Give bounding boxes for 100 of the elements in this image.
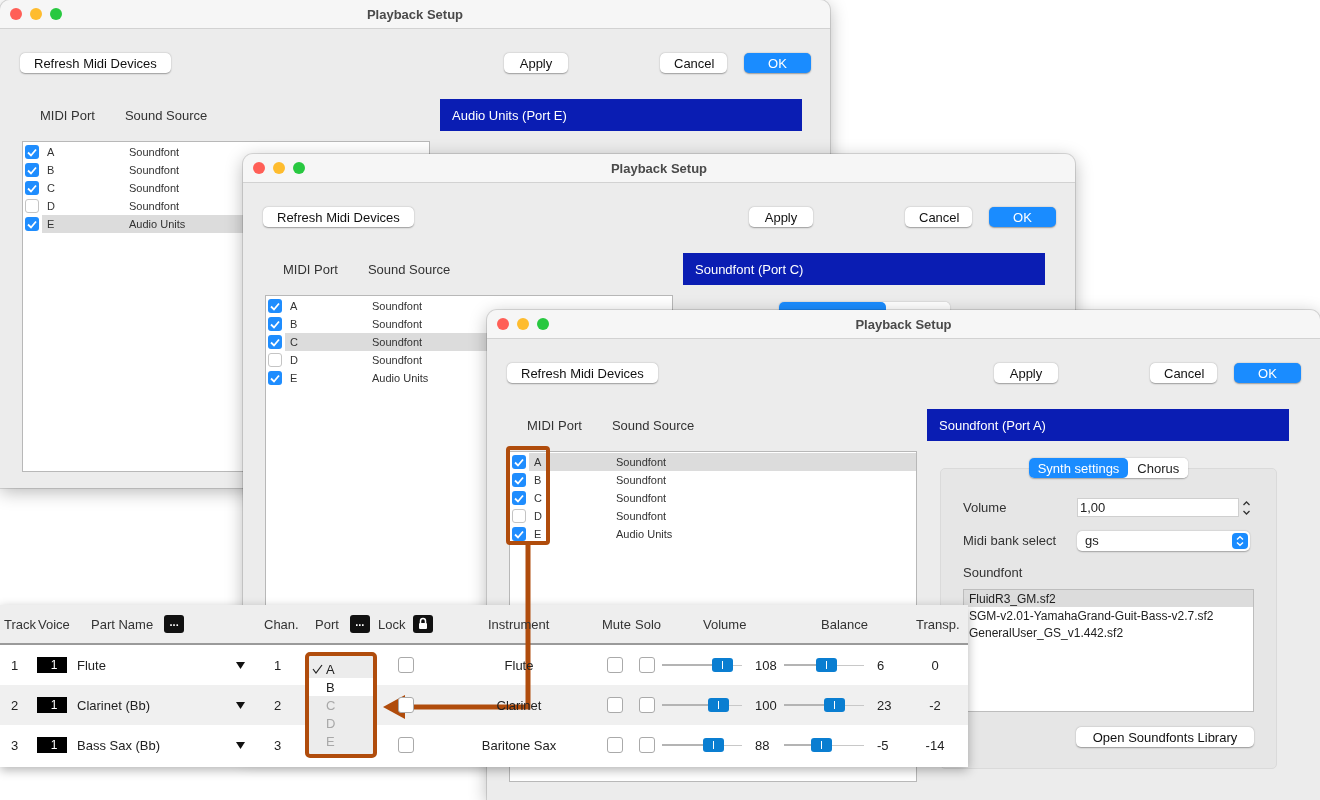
zoom-button[interactable] [537,318,549,330]
field-label: Midi bank select [963,533,1058,548]
checkbox[interactable] [268,371,282,385]
lock-checkbox[interactable] [398,657,414,673]
refresh-button[interactable]: Refresh Midi Devices [20,53,171,73]
sound-source: Soundfont [616,456,667,468]
sound-source: Soundfont [129,164,180,176]
slider-thumb[interactable] [702,738,724,752]
checkbox[interactable] [512,473,526,487]
refresh-button[interactable]: Refresh Midi Devices [507,363,658,383]
track-number: 1 [10,657,19,673]
slider-thumb[interactable] [707,698,729,712]
mute-checkbox[interactable] [607,697,623,713]
voice-number: 1 [37,697,67,713]
checkbox[interactable] [25,181,39,195]
port-row[interactable]: D Soundfont [529,507,916,525]
dropdown-caret-icon[interactable] [235,741,245,749]
menu-button[interactable]: ... [164,615,185,633]
input-field[interactable]: 1,00 [1077,498,1239,517]
lock-checkbox[interactable] [398,697,414,713]
column-header: Voice [38,616,70,632]
select-field[interactable]: gs [1077,530,1250,551]
apply-button[interactable]: Apply [994,363,1058,383]
column-header: MIDI Port [40,107,95,123]
lock-icon[interactable] [413,615,434,633]
solo-checkbox[interactable] [639,697,655,713]
checkbox[interactable] [25,199,39,213]
port-letter: B [533,474,543,486]
port-letter: E [289,372,299,384]
port-letter: A [289,300,299,312]
port-letter: A [46,146,56,158]
mute-checkbox[interactable] [607,657,623,673]
apply-button[interactable]: Apply [749,207,813,227]
cancel-button[interactable]: Cancel [905,207,972,227]
checkbox[interactable] [268,317,282,331]
soundfont-item[interactable]: FluidR3_GM.sf2 [964,590,1253,607]
lock-checkbox[interactable] [398,737,414,753]
slider-thumb[interactable] [823,698,845,712]
checkbox[interactable] [512,491,526,505]
checkbox[interactable] [512,527,526,541]
column-header: Port [315,616,339,632]
balance-reading: -5 [876,737,889,753]
solo-checkbox[interactable] [639,657,655,673]
port-letter: B [289,318,299,330]
sound-source: Soundfont [372,354,423,366]
port-letter: C [289,336,299,348]
voice-number: 1 [37,657,67,673]
zoom-button[interactable] [293,162,305,174]
checkbox[interactable] [512,455,526,469]
port-row[interactable]: A Soundfont [529,453,916,471]
instrument-name: Clarinet [496,697,542,713]
close-button[interactable] [10,8,22,20]
port-row[interactable]: E Audio Units [529,525,916,543]
column-header: Track [4,616,37,632]
sound-source: Audio Units [129,218,186,230]
cancel-button[interactable]: Cancel [1150,363,1217,383]
close-button[interactable] [497,318,509,330]
checkbox[interactable] [25,163,39,177]
mute-checkbox[interactable] [607,737,623,753]
port-letter: E [533,528,543,540]
column-header: Sound Source [611,417,695,433]
balance-reading: 23 [876,697,892,713]
checkbox[interactable] [268,353,282,367]
soundfont-item[interactable]: SGM-v2.01-YamahaGrand-Guit-Bass-v2.7.sf2 [964,607,1253,624]
open-library-button[interactable]: Open Soundfonts Library [1076,727,1254,747]
checkbox[interactable] [512,509,526,523]
port-row[interactable]: C Soundfont [529,489,916,507]
checkbox[interactable] [25,217,39,231]
channel-number: 3 [273,737,282,753]
soundfont-item[interactable]: GeneralUser_GS_v1.442.sf2 [964,624,1253,641]
apply-button[interactable]: Apply [504,53,568,73]
sound-source: Soundfont [372,300,423,312]
volume-reading: 100 [754,697,777,713]
slider-thumb[interactable] [815,658,837,672]
close-button[interactable] [253,162,265,174]
column-header: Part Name [91,616,154,632]
dropdown-caret-icon[interactable] [235,701,245,709]
part-name: Flute [76,657,106,673]
tab[interactable]: Chorus [1128,458,1189,478]
cancel-button[interactable]: Cancel [660,53,727,73]
checkbox[interactable] [268,299,282,313]
refresh-button[interactable]: Refresh Midi Devices [263,207,414,227]
zoom-button[interactable] [50,8,62,20]
solo-checkbox[interactable] [639,737,655,753]
slider-thumb[interactable] [711,658,733,672]
sound-source: Soundfont [129,200,180,212]
slider-thumb[interactable] [811,738,833,752]
port-row[interactable]: B Soundfont [529,471,916,489]
column-header: Volume [703,616,747,632]
menu-item[interactable]: B [309,678,373,696]
checkbox[interactable] [25,145,39,159]
menu-item[interactable]: A [309,660,373,678]
checkbox[interactable] [268,335,282,349]
column-header: Lock [378,616,406,632]
column-header: Chan. [264,616,299,632]
menu-button[interactable]: ... [349,615,370,633]
port-letter: D [46,200,56,212]
checkmark-icon [312,663,323,674]
column-header: Solo [635,616,662,632]
dropdown-caret-icon[interactable] [235,661,245,669]
